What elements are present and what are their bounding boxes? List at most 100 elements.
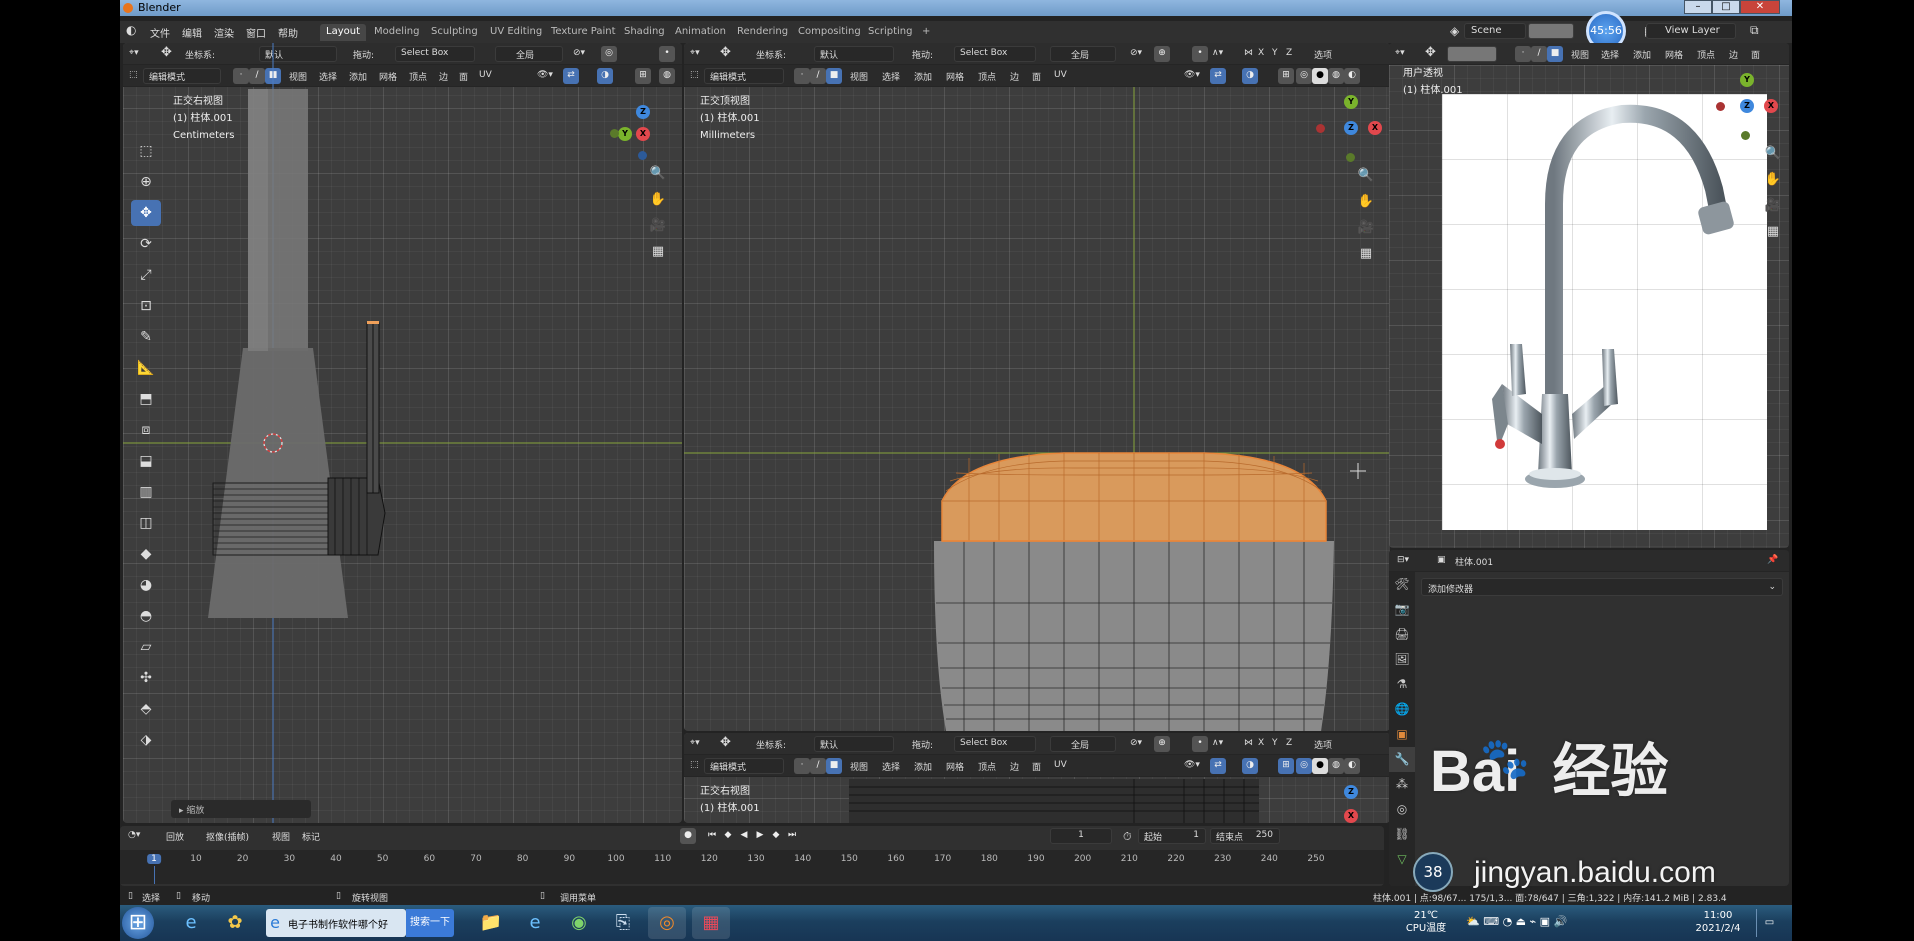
modifier-tab-icon[interactable]: 🔧 <box>1389 747 1415 772</box>
measure-tool-icon[interactable]: 📐 <box>131 355 161 381</box>
add-workspace-button[interactable]: + <box>916 24 936 41</box>
solid-shading-icon[interactable]: ● <box>1312 758 1328 774</box>
viewport-left[interactable]: ⌖▾ ✥ 坐标系: 默认 拖动: Select Box 全局 ⊘▾ ◎ • ⬚ … <box>123 43 682 823</box>
smooth-tool-icon[interactable]: ◓ <box>131 603 161 629</box>
editor-type-icon[interactable]: ◔▾ <box>128 830 140 840</box>
loop-cut-tool-icon[interactable]: ▥ <box>131 479 161 505</box>
gizmo-neg-z[interactable] <box>638 151 647 160</box>
global-dropdown[interactable]: 全局 <box>1050 736 1116 752</box>
physics-tab-icon[interactable]: ◎ <box>1389 797 1415 822</box>
view-layer-selector[interactable]: View Layer <box>1646 23 1736 39</box>
chrome-browser-icon[interactable]: ◉ <box>560 907 598 939</box>
overlay-toggle-icon[interactable]: ◑ <box>1242 758 1258 774</box>
presentation-app-icon[interactable]: ▦ <box>692 907 730 939</box>
menu-marker[interactable]: 标记 <box>302 830 320 843</box>
jump-end-icon[interactable]: ⏭ <box>784 828 800 844</box>
gizmo-z-axis[interactable]: Z <box>1344 121 1358 135</box>
gizmo-neg-y[interactable] <box>1346 153 1355 162</box>
edge-select-icon[interactable]: / <box>810 758 826 774</box>
face-select-icon[interactable]: ■ <box>826 758 842 774</box>
menu-add[interactable]: 添加 <box>1633 48 1651 61</box>
options-menu[interactable]: 选项 <box>1314 738 1332 751</box>
gizmo-y-axis[interactable]: Y <box>1740 73 1754 87</box>
drag-dropdown[interactable]: Select Box <box>954 736 1036 752</box>
face-select-icon[interactable]: ■ <box>1547 46 1563 62</box>
start-frame-field[interactable]: 起始 1 <box>1138 828 1206 844</box>
proportional-edit-icon[interactable]: • <box>1192 736 1208 752</box>
tab-compositing[interactable]: Compositing <box>792 24 867 41</box>
menu-vertex[interactable]: 顶点 <box>978 760 996 773</box>
poly-build-tool-icon[interactable]: ◆ <box>131 541 161 567</box>
playhead[interactable] <box>154 866 155 884</box>
rotate-tool-icon[interactable]: ⟳ <box>131 231 161 257</box>
tab-rendering[interactable]: Rendering <box>731 24 794 41</box>
gizmo-y-axis[interactable]: Y <box>1344 95 1358 109</box>
mode-dropdown[interactable]: 编辑模式 <box>704 758 784 774</box>
menu-face[interactable]: 面 <box>1751 48 1760 61</box>
transform-pivot-icon[interactable]: ✥ <box>1425 45 1436 60</box>
menu-edge[interactable]: 边 <box>1010 760 1019 773</box>
editor-app-icon[interactable]: ⎘ <box>604 907 642 939</box>
scene-selector[interactable]: Scene <box>1464 23 1526 39</box>
transform-tool-icon[interactable]: ⊡ <box>131 293 161 319</box>
menu-select[interactable]: 选择 <box>882 760 900 773</box>
menu-help[interactable]: 帮助 <box>278 25 298 40</box>
mirror-icon[interactable]: ⋈ <box>1244 738 1253 748</box>
current-frame-field[interactable]: 1 <box>1050 828 1112 844</box>
tab-scripting[interactable]: Scripting <box>862 24 918 41</box>
tab-modeling[interactable]: Modeling <box>368 24 426 41</box>
view-layer-tab-icon[interactable]: 🖼 <box>1389 647 1415 672</box>
gizmo-neg-y[interactable] <box>1741 131 1750 140</box>
tab-sculpting[interactable]: Sculpting <box>425 24 484 41</box>
spin-tool-icon[interactable]: ◕ <box>131 572 161 598</box>
add-modifier-dropdown[interactable]: 添加修改器 ⌄ <box>1421 578 1783 596</box>
gizmo-neg-x[interactable] <box>1716 102 1725 111</box>
pan-hand-icon[interactable]: ✋ <box>1355 191 1377 213</box>
visibility-icon[interactable]: 👁▾ <box>1184 760 1200 770</box>
menu-playback[interactable]: 回放 <box>166 830 184 843</box>
ie-icon[interactable]: e <box>172 907 210 939</box>
ie-taskbar-item[interactable]: 电子书制作软件哪个好 <box>266 909 406 937</box>
gizmo-z-axis[interactable]: Z <box>636 105 650 119</box>
menu-edge[interactable]: 边 <box>1729 48 1738 61</box>
gizmo-toggle-icon[interactable]: ⇄ <box>1210 758 1226 774</box>
pan-hand-icon[interactable]: ✋ <box>647 189 669 211</box>
render-tab-icon[interactable]: 📷 <box>1389 597 1415 622</box>
clock[interactable]: 11:00 2021/2/4 <box>1688 909 1748 935</box>
menu-add[interactable]: 添加 <box>914 760 932 773</box>
blender-menu-icon[interactable]: ◐ <box>126 23 136 37</box>
weather-widget[interactable]: 21℃ CPU温度 <box>1396 909 1456 935</box>
editor-type-icon[interactable]: ⌖▾ <box>1395 48 1405 58</box>
constraints-tab-icon[interactable]: ⛓ <box>1389 822 1415 847</box>
gizmo-x-axis[interactable]: X <box>1368 121 1382 135</box>
material-shading-icon[interactable]: ◍ <box>1328 758 1344 774</box>
xray-icon[interactable]: ⊞ <box>1278 758 1294 774</box>
annotate-tool-icon[interactable]: ✎ <box>131 324 161 350</box>
play-reverse-icon[interactable]: ◀ <box>736 828 752 844</box>
scale-tool-icon[interactable]: ⤢ <box>131 262 161 288</box>
tab-shading[interactable]: Shading <box>618 24 671 41</box>
shear-tool-icon[interactable]: ⬘ <box>131 696 161 722</box>
ortho-grid-icon[interactable]: ▦ <box>1355 243 1377 265</box>
viewport-bottom[interactable]: ⌖▾ ✥ 坐标系: 默认 拖动: Select Box 全局 ⊘▾ ⊕ • ∧▾… <box>684 733 1390 823</box>
extrude-tool-icon[interactable]: ⬒ <box>131 386 161 412</box>
snap-target-icon[interactable]: ⊕ <box>1154 736 1170 752</box>
menu-render[interactable]: 渲染 <box>214 25 234 40</box>
menu-file[interactable]: 文件 <box>150 25 170 40</box>
snap-icon[interactable]: ⊘▾ <box>1130 738 1142 748</box>
menu-view[interactable]: 视图 <box>850 760 868 773</box>
blender-app-icon[interactable]: ◎ <box>648 907 686 939</box>
inset-tool-icon[interactable]: ⧈ <box>131 417 161 443</box>
start-button-icon[interactable]: ⊞ <box>122 907 154 939</box>
move-tool-icon[interactable]: ✥ <box>131 200 161 226</box>
wireframe-shading-icon[interactable]: ◎ <box>1296 758 1312 774</box>
camera-icon[interactable]: 🎥 <box>1762 195 1784 217</box>
vertex-select-icon[interactable]: · <box>794 758 810 774</box>
ortho-grid-icon[interactable]: ▦ <box>1762 221 1784 243</box>
knife-tool-icon[interactable]: ◫ <box>131 510 161 536</box>
folder-icon[interactable]: 📁 <box>472 907 510 939</box>
record-icon[interactable]: ● <box>680 828 696 844</box>
menu-window[interactable]: 窗口 <box>246 25 266 40</box>
edge-select-icon[interactable]: / <box>1531 46 1547 62</box>
zoom-icon[interactable]: 🔍 <box>1762 143 1784 165</box>
